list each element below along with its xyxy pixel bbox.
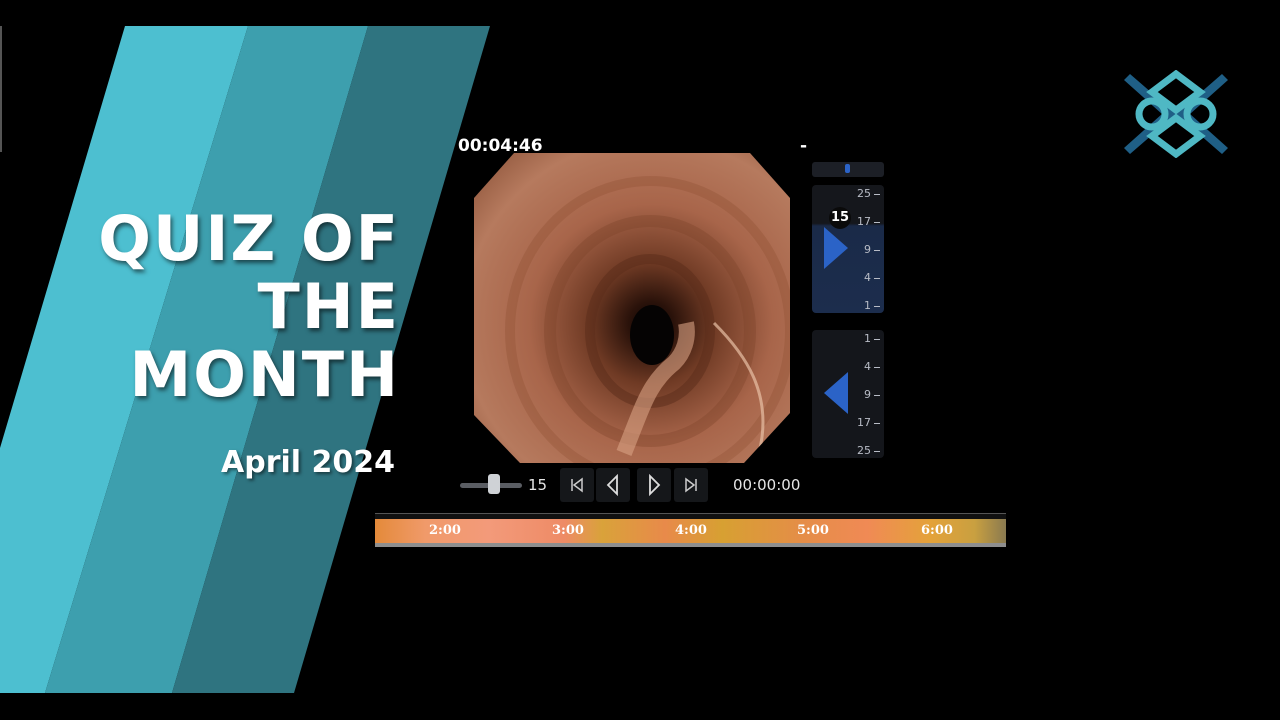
tick-label: 1 — [864, 299, 880, 312]
timeline-label: 6:00 — [921, 523, 953, 538]
logo-icon — [1124, 70, 1228, 158]
tick-label: 17 — [857, 416, 880, 429]
timeline-label: 3:00 — [552, 523, 584, 538]
play-icon — [649, 473, 661, 497]
step-back-button[interactable] — [596, 468, 630, 502]
step-back-icon — [606, 473, 618, 497]
tick-label: 9 — [864, 243, 880, 256]
speed-slider-thumb[interactable] — [488, 474, 501, 494]
timeline-label: 5:00 — [797, 523, 829, 538]
skip-forward-icon — [685, 477, 697, 493]
play-button[interactable] — [637, 468, 671, 502]
timestamp-dash: - — [800, 136, 808, 156]
level-panel-bottom[interactable]: 1 4 9 17 25 — [812, 330, 884, 458]
title-line-2: THE — [257, 270, 400, 343]
level-panel-top[interactable]: 25 17 9 4 1 — [812, 185, 884, 313]
tick-label: 9 — [864, 388, 880, 401]
playback-time: 00:00:00 — [733, 476, 801, 494]
video-timeline[interactable]: 2:00 3:00 4:00 5:00 6:00 — [375, 513, 1006, 547]
skip-forward-button[interactable] — [674, 468, 708, 502]
tick-label: 1 — [864, 332, 880, 345]
quiz-date: April 2024 — [221, 445, 395, 480]
tick-label: 4 — [864, 271, 880, 284]
level-indicator-strip — [812, 162, 884, 177]
skip-back-icon — [571, 477, 583, 493]
tick-label: 25 — [857, 444, 880, 457]
title-line-3: MONTH — [129, 338, 400, 411]
tick-label: 17 — [857, 215, 880, 228]
quiz-title: QUIZ OF THE MONTH — [98, 205, 400, 409]
title-line-1: QUIZ OF — [98, 202, 400, 275]
tick-label: 4 — [864, 360, 880, 373]
timeline-label: 2:00 — [429, 523, 461, 538]
arrow-right-icon[interactable] — [822, 225, 850, 271]
tick-label: 25 — [857, 187, 880, 200]
arrow-left-icon[interactable] — [822, 370, 850, 416]
timeline-label: 4:00 — [675, 523, 707, 538]
speed-value: 15 — [528, 476, 548, 494]
current-level-badge: 15 — [829, 207, 851, 229]
skip-back-button[interactable] — [560, 468, 594, 502]
playback-controls: 15 00:00:00 — [460, 466, 800, 504]
endoscopy-image — [474, 153, 790, 463]
